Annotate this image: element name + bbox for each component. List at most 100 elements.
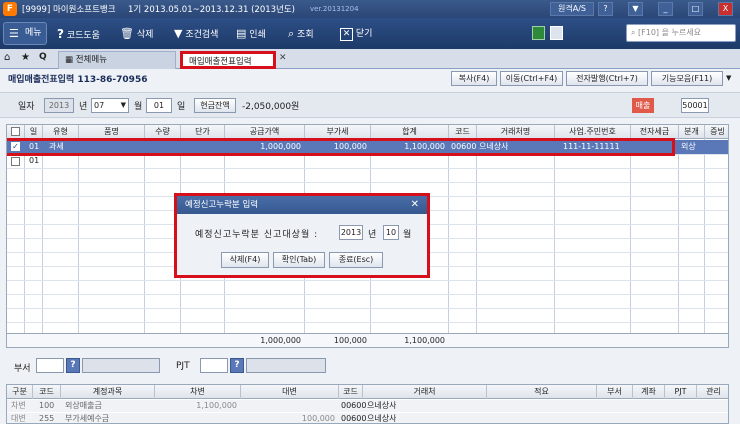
header-vat: 부가세 [305, 125, 371, 139]
year-field[interactable]: 2013 [44, 98, 74, 113]
help-window-button[interactable]: ? [598, 2, 613, 16]
chevron-down-icon: ▼ [120, 101, 126, 109]
title-bar: F [9999] 마이원소프트뱅크 1기 2013.05.01~2013.12.… [0, 0, 740, 18]
sub-header: 매입매출전표입력 113-86-70956 복사(F4) 이동(Ctrl+F4)… [0, 69, 740, 87]
omission-dialog: 예정신고누락분 입력 ✕ 예정신고누락분 신고대상월 : 2013 년 10 월… [174, 193, 430, 278]
cash-balance-button[interactable]: 현금잔액 [194, 98, 236, 113]
tab-close-icon[interactable]: ✕ [279, 53, 287, 63]
delete-button[interactable]: 🗑 삭제 [120, 24, 153, 44]
pjt-label: PJT [176, 361, 190, 371]
pjt-code-field[interactable] [200, 358, 228, 373]
row1-journal: 외상 [681, 142, 696, 151]
header-partner: 거래처명 [477, 125, 555, 139]
selected-row-highlight [7, 138, 675, 156]
move-button[interactable]: 이동(Ctrl+F4) [500, 71, 563, 86]
dropdown-icon[interactable]: ▼ [726, 74, 731, 82]
dialog-year-field[interactable]: 2013 [339, 225, 363, 240]
dialog-month-field[interactable]: 10 [383, 225, 399, 240]
header-bizno: 사업.주민번호 [555, 125, 631, 139]
jr1-debit: 1,100,000 [196, 401, 237, 410]
app-logo-icon: F [3, 2, 17, 16]
e-issue-button[interactable]: 전자발행(Ctrl+7) [566, 71, 648, 86]
close-button[interactable]: ✕ 닫기 [340, 24, 372, 44]
jr1-partner: 으네상사 [367, 401, 397, 410]
dialog-year-unit: 년 [368, 230, 377, 240]
total-supply: 1,000,000 [260, 336, 301, 345]
header-item: 품명 [79, 125, 145, 139]
close-label: 닫기 [355, 29, 373, 39]
month-select[interactable]: 07 ▼ [91, 98, 129, 113]
remote-support-button[interactable]: 원격A/S [550, 2, 594, 16]
search-input[interactable]: ⌕ [F10] 을 누르세요 [626, 24, 736, 42]
search-tab-icon[interactable]: Q [39, 52, 47, 62]
header-type: 유형 [43, 125, 79, 139]
dept-code-field[interactable] [36, 358, 64, 373]
tab-current[interactable]: 매입매출전표입력 [180, 51, 276, 69]
dropdown-window-button[interactable]: ▼ [628, 2, 643, 16]
jh-pcode: 코드 [339, 385, 363, 399]
maximize-button[interactable]: □ [688, 2, 703, 16]
date-label: 일자 [18, 102, 35, 112]
page-title: 매입매출전표입력 113-86-70956 [8, 75, 148, 85]
inquiry-button[interactable]: ⌕ 조회 [288, 24, 314, 44]
tab-current-label: 매입매출전표입력 [189, 57, 252, 67]
jh-debit: 차변 [155, 385, 241, 399]
header-proof: 증빙 [710, 127, 725, 136]
dialog-close-icon[interactable]: ✕ [411, 196, 419, 214]
jr2-pcode: 00600 [341, 414, 367, 423]
star-icon[interactable]: ★ [21, 52, 30, 63]
header-etax: 전자세금 [631, 125, 679, 139]
document-icon[interactable] [550, 26, 563, 40]
journal-row[interactable]: 대변 255 부가세예수금 100,000 00600 으네상사 [7, 413, 728, 423]
pjt-help-icon[interactable]: ? [230, 358, 244, 373]
journal-code-field[interactable]: 50001 [681, 98, 709, 113]
dept-label: 부서 [14, 364, 31, 374]
print-button[interactable]: ▤ 인쇄 [236, 24, 266, 44]
code-help-button[interactable]: ? 코드도움 [57, 24, 100, 44]
jh-credit: 대변 [241, 385, 339, 399]
grid-header: 일 유형 품명 수량 단가 공급가액 부가세 합계 코드 거래처명 사업.주민번… [7, 125, 728, 139]
row2-checkbox[interactable] [11, 157, 20, 166]
dept-pjt-bar: 부서 ? PJT ? [0, 355, 740, 377]
jh-pjt: PJT [665, 385, 697, 399]
jr1-div: 차변 [11, 401, 26, 410]
close-box-icon: ✕ [340, 28, 353, 41]
tab-all-menu[interactable]: ▦ 전체메뉴 [58, 51, 176, 69]
day-field[interactable]: 01 [146, 98, 172, 113]
tab-bar: ⌂ ★ Q ▦ 전체메뉴 매입매출전표입력 ✕ [0, 49, 740, 69]
sales-badge: 매출 [632, 98, 654, 113]
year-unit: 년 [79, 102, 88, 112]
journal-header: 구분 코드 계정과목 차변 대변 코드 거래처 적요 부서 계좌 PJT 관리 [7, 385, 728, 399]
row2-day[interactable]: 01 [29, 154, 39, 168]
dialog-ok-button[interactable]: 확인(Tab) [273, 252, 325, 268]
jr1-account: 외상매출금 [65, 401, 102, 410]
excel-icon[interactable] [532, 26, 545, 40]
copy-button[interactable]: 복사(F4) [451, 71, 497, 86]
hamburger-icon: ☰ [9, 27, 19, 40]
header-checkbox[interactable] [7, 125, 25, 139]
company-name: [9999] 마이원소프트뱅크 [22, 5, 116, 15]
total-total: 1,100,000 [404, 336, 445, 345]
header-price: 단가 [181, 125, 225, 139]
header-code: 코드 [449, 125, 477, 139]
checkbox-box [11, 127, 20, 136]
condition-search-button[interactable]: ▼ 조건검색 [174, 24, 218, 44]
delete-label: 삭제 [136, 30, 154, 40]
total-vat: 100,000 [333, 336, 367, 345]
inquiry-label: 조회 [297, 30, 314, 40]
dept-help-icon[interactable]: ? [66, 358, 80, 373]
minimize-button[interactable]: _ [658, 2, 673, 16]
question-icon: ? [57, 27, 64, 41]
dialog-delete-button[interactable]: 삭제(F4) [221, 252, 269, 268]
dialog-cancel-button[interactable]: 종료(Esc) [329, 252, 383, 268]
function-button[interactable]: 기능모음(F11) [651, 71, 723, 86]
jr2-account: 부가세예수금 [65, 414, 110, 423]
journal-row[interactable]: 차변 100 외상매출금 1,100,000 00600 으네상사 [7, 400, 728, 412]
jr2-credit: 100,000 [301, 414, 335, 423]
dialog-month-label: 예정신고누락분 신고대상월 : [195, 230, 319, 240]
menu-label: 메뉴 [25, 28, 42, 38]
menu-button[interactable]: ☰ 메뉴 [3, 22, 47, 45]
totals-row: 1,000,000 100,000 1,100,000 [7, 333, 728, 347]
close-window-button[interactable]: X [718, 2, 733, 16]
home-icon[interactable]: ⌂ [4, 52, 10, 63]
